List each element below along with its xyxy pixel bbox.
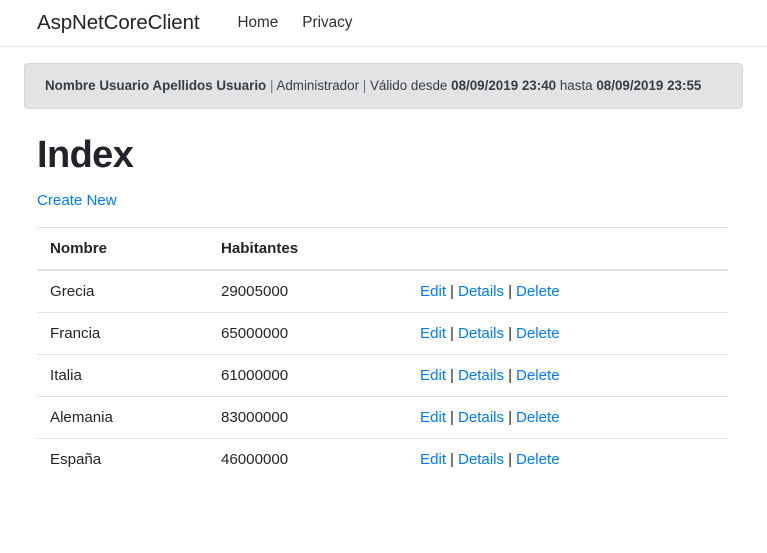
delete-link[interactable]: Delete: [516, 409, 560, 426]
cell-nombre: Italia: [37, 353, 208, 397]
table-header-row: Nombre Habitantes: [37, 226, 728, 271]
cell-actions: Edit | Details | Delete: [407, 269, 728, 313]
action-separator: |: [450, 408, 454, 426]
navbar-brand[interactable]: AspNetCoreClient: [37, 12, 200, 34]
action-separator: |: [450, 450, 454, 468]
details-link[interactable]: Details: [458, 367, 504, 384]
alert-valid-to-value: 08/09/2019 23:55: [596, 78, 702, 93]
cell-nombre: Francia: [37, 311, 208, 355]
cell-actions: Edit | Details | Delete: [407, 353, 728, 397]
nav-item-privacy[interactable]: Privacy: [290, 10, 364, 36]
table-row: Francia 65000000 Edit | Details | Delete: [37, 311, 728, 355]
cell-habitantes: 46000000: [208, 437, 407, 480]
table-body: Grecia 29005000 Edit | Details | Delete Fran…: [37, 269, 728, 480]
action-separator: |: [508, 450, 512, 468]
user-session-alert: Nombre Usuario Apellidos Usuario | Admin…: [24, 63, 743, 110]
alert-separator-2: |: [359, 78, 370, 93]
alert-valid-from-label: Válido desde: [369, 78, 448, 93]
action-separator: |: [450, 366, 454, 384]
edit-link[interactable]: Edit: [420, 325, 446, 342]
page-container: Nombre Usuario Apellidos Usuario | Admin…: [0, 63, 767, 480]
cell-nombre: Alemania: [37, 395, 208, 439]
details-link[interactable]: Details: [458, 325, 504, 342]
alert-valid-from-value: 08/09/2019 23:40: [451, 78, 557, 93]
nav-link-home[interactable]: Home: [225, 10, 290, 36]
edit-link[interactable]: Edit: [420, 451, 446, 468]
table-row: Italia 61000000 Edit | Details | Delete: [37, 353, 728, 397]
action-separator: |: [508, 408, 512, 426]
alert-separator-1: |: [266, 78, 277, 93]
action-separator: |: [508, 282, 512, 300]
details-link[interactable]: Details: [458, 409, 504, 426]
main-content: Index Create New Nombre Habitantes Greci…: [24, 134, 743, 480]
details-link[interactable]: Details: [458, 451, 504, 468]
alert-valid-to-label: hasta: [559, 78, 593, 93]
page-title: Index: [37, 134, 134, 177]
cell-nombre: España: [37, 437, 208, 480]
cell-habitantes: 61000000: [208, 353, 407, 397]
nav-item-home[interactable]: Home: [225, 10, 290, 36]
delete-link[interactable]: Delete: [516, 451, 560, 468]
action-separator: |: [508, 324, 512, 342]
nav-link-privacy[interactable]: Privacy: [290, 10, 364, 36]
action-separator: |: [450, 324, 454, 342]
cell-actions: Edit | Details | Delete: [407, 395, 728, 439]
column-header-habitantes: Habitantes: [208, 226, 407, 271]
navbar-nav: Home Privacy: [225, 10, 364, 36]
alert-user-name: Nombre Usuario Apellidos Usuario: [45, 78, 267, 93]
delete-link[interactable]: Delete: [516, 283, 560, 300]
delete-link[interactable]: Delete: [516, 325, 560, 342]
cell-actions: Edit | Details | Delete: [407, 437, 728, 480]
column-header-nombre: Nombre: [37, 226, 208, 271]
table-row: España 46000000 Edit | Details | Delete: [37, 437, 728, 480]
countries-table: Nombre Habitantes Grecia 29005000 Edit | D…: [37, 226, 728, 480]
main-navbar: AspNetCoreClient Home Privacy: [0, 0, 767, 47]
edit-link[interactable]: Edit: [420, 283, 446, 300]
cell-habitantes: 83000000: [208, 395, 407, 439]
cell-nombre: Grecia: [37, 269, 208, 313]
cell-habitantes: 65000000: [208, 311, 407, 355]
action-separator: |: [450, 282, 454, 300]
table-row: Grecia 29005000 Edit | Details | Delete: [37, 269, 728, 313]
action-separator: |: [508, 366, 512, 384]
table-head: Nombre Habitantes: [37, 226, 728, 271]
create-new-link[interactable]: Create New: [37, 192, 117, 209]
table-row: Alemania 83000000 Edit | Details | Delete: [37, 395, 728, 439]
edit-link[interactable]: Edit: [420, 367, 446, 384]
alert-role: Administrador: [276, 78, 360, 93]
create-new-wrapper: Create New: [37, 192, 730, 210]
cell-habitantes: 29005000: [208, 269, 407, 313]
column-header-actions: [407, 226, 728, 271]
cell-actions: Edit | Details | Delete: [407, 311, 728, 355]
edit-link[interactable]: Edit: [420, 409, 446, 426]
details-link[interactable]: Details: [458, 283, 504, 300]
delete-link[interactable]: Delete: [516, 367, 560, 384]
